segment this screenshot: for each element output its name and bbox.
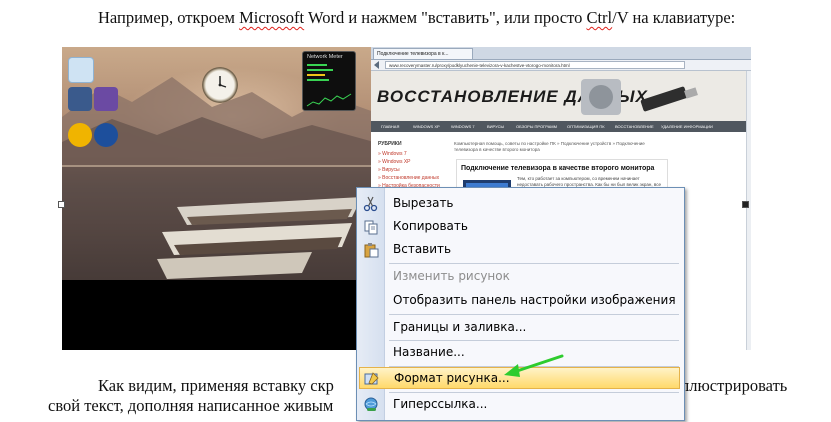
nav-item[interactable]: УДАЛЕНИЕ ИНФОРМАЦИИ — [661, 121, 713, 132]
site-navigation: ГЛАВНАЯ WINDOWS XP WINDOWS 7 ВИРУСЫ ОБЗО… — [371, 121, 751, 132]
nav-item[interactable]: ВИРУСЫ — [487, 121, 504, 132]
menu-item-label: Название... — [393, 345, 465, 359]
browser-scrollbar[interactable] — [746, 71, 751, 350]
desktop-wallpaper: Network Meter — [62, 47, 374, 280]
menu-item-label: Границы и заливка... — [393, 320, 527, 334]
doc-text: ллюстрировать — [681, 376, 788, 395]
hyperlink-icon — [364, 397, 378, 411]
doc-text: Как видим, применяя вставку скр — [98, 376, 334, 395]
browser-tab-bar: Подключение телевизора в к... — [371, 47, 751, 60]
menu-item-hyperlink[interactable]: Гиперссылка... — [359, 394, 680, 416]
menu-separator — [389, 340, 679, 341]
doc-text: /V на клавиатуре: — [612, 8, 736, 27]
menu-item-show-picture-toolbar[interactable]: Отобразить панель настройки изображения — [359, 290, 680, 312]
desktop-icon-monitor[interactable] — [68, 87, 92, 111]
menu-item-label: Отобразить панель настройки изображения — [393, 293, 676, 307]
menu-item-label: Формат рисунка... — [394, 371, 510, 385]
back-arrow-icon[interactable] — [373, 61, 383, 69]
document-paragraph-3: свой текст, дополняя написанное живым — [48, 396, 333, 416]
menu-separator — [389, 314, 679, 315]
context-menu: Вырезать Копировать Вставить Изменить ри… — [356, 187, 685, 421]
scissors-icon — [363, 196, 378, 212]
format-picture-icon — [364, 372, 379, 385]
document-paragraph-2-tail: ллюстрировать — [681, 376, 787, 396]
nav-item[interactable]: ВОССТАНОВЛЕНИЕ — [615, 121, 654, 132]
browser-toolbar: www.recoverymaster.ru/proxy/podklyucheni… — [371, 60, 751, 71]
address-bar[interactable]: www.recoverymaster.ru/proxy/podklyucheni… — [385, 61, 685, 69]
menu-item-label: Копировать — [393, 219, 468, 233]
sidebar-link[interactable]: » Вирусы — [378, 167, 400, 173]
menu-item-label: Изменить рисунок — [393, 269, 510, 283]
doc-text: Например, откроем — [98, 8, 240, 27]
doc-text: Word и нажмем "вставить", или просто — [304, 8, 587, 27]
desktop-icon-player[interactable] — [94, 123, 118, 147]
nav-item[interactable]: WINDOWS XP — [413, 121, 440, 132]
site-header: ВОССТАНОВЛЕНИЕ ДАННЫХ — [371, 71, 751, 121]
menu-item-change-picture: Изменить рисунок — [359, 266, 680, 288]
sidebar-link[interactable]: » Windows 7 — [378, 151, 407, 157]
menu-item-label: Вырезать — [393, 196, 454, 210]
menu-item-paste[interactable]: Вставить — [359, 239, 680, 261]
paste-icon — [364, 243, 379, 258]
sidebar-title: РУБРИКИ — [378, 141, 402, 147]
sidebar-link[interactable]: » Восстановление данных — [378, 175, 439, 181]
annotation-arrow-icon — [504, 354, 564, 377]
menu-separator — [389, 392, 679, 393]
doc-text: свой текст, дополняя написанное живым — [48, 396, 334, 415]
menu-item-copy[interactable]: Копировать — [359, 216, 680, 238]
article-title: Подключение телевизора в качестве второг… — [461, 165, 655, 172]
doc-text-misspelled: Microsoft — [239, 8, 305, 27]
sidebar-link[interactable]: » Windows XP — [378, 159, 411, 165]
document-paragraph-1: Например, откроем Microsoft Word и нажме… — [98, 8, 735, 28]
network-meter-gadget: Network Meter — [302, 51, 356, 111]
menu-item-label: Вставить — [393, 242, 452, 256]
menu-item-borders-shading[interactable]: Границы и заливка... — [359, 317, 680, 339]
menu-item-label: Гиперссылка... — [393, 397, 488, 411]
clock-hands-icon — [218, 76, 227, 88]
copy-icon — [364, 220, 378, 235]
desktop-icon-network[interactable] — [68, 57, 94, 83]
nav-item[interactable]: ГЛАВНАЯ — [381, 121, 399, 132]
doc-text-misspelled: Ctrl — [586, 8, 613, 27]
menu-item-cut[interactable]: Вырезать — [359, 193, 680, 215]
hard-drive-illustration — [581, 79, 698, 115]
network-graph-icon — [306, 64, 352, 107]
selection-handle[interactable] — [58, 201, 65, 208]
nav-item[interactable]: WINDOWS 7 — [451, 121, 475, 132]
selection-handle[interactable] — [742, 201, 749, 208]
nav-item[interactable]: ОПТИМИЗАЦИЯ ПК — [567, 121, 605, 132]
clock-gadget — [202, 67, 238, 103]
nav-item[interactable]: ОБЗОРЫ ПРОГРАММ — [516, 121, 557, 132]
document-paragraph-2: Как видим, применяя вставку скр — [98, 376, 334, 396]
breadcrumb[interactable]: Компьютерная помощь, советы по настройке… — [454, 141, 664, 153]
menu-separator — [389, 263, 679, 264]
desktop-icon-avast[interactable] — [68, 123, 92, 147]
browser-tab[interactable]: Подключение телевизора в к... — [373, 48, 473, 59]
desktop-icon-app[interactable] — [94, 87, 118, 111]
